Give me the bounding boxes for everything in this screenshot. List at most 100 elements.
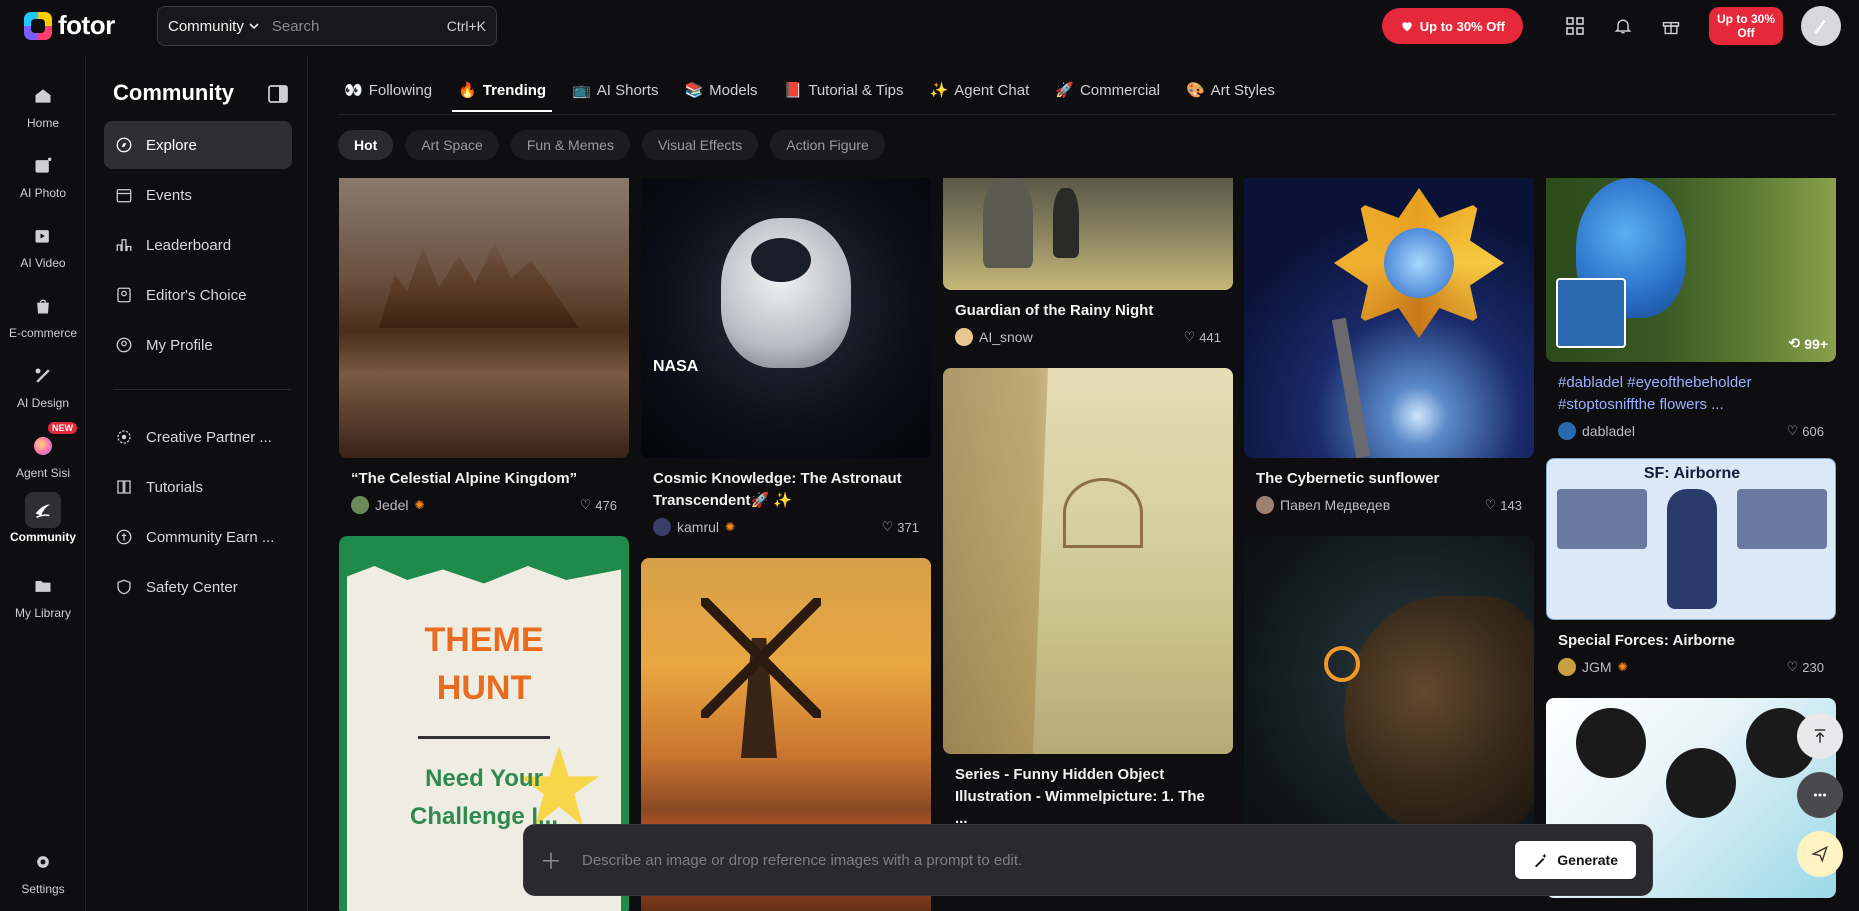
feed-card[interactable]: ⟲ 99+ #dabladel #eyeofthebeholder #stopto… [1546, 178, 1836, 440]
rail-item-home[interactable]: Home [0, 78, 86, 130]
leaderboard-icon [116, 239, 132, 251]
card-author[interactable]: kamrul ✺ [653, 518, 735, 536]
gear-icon [37, 856, 49, 868]
anime-hair [1666, 748, 1736, 818]
sidebar-item-editors-choice[interactable]: Editor's Choice [104, 271, 292, 319]
heart-outline-icon: ♡ [579, 497, 592, 512]
card-likes[interactable]: ♡ 143 [1485, 497, 1522, 513]
tab-tutorial-tips[interactable]: 📕 Tutorial & Tips [778, 70, 910, 110]
rail-label: AI Video [20, 256, 66, 270]
chip-visual-effects[interactable]: Visual Effects [641, 130, 759, 160]
scroll-top-button[interactable] [1797, 713, 1843, 759]
chip-action-figure[interactable]: Action Figure [770, 130, 885, 160]
fotor-community-page: fotor Community Search Ctrl+K Up to 30% … [0, 0, 1859, 911]
need-line: Need Your [425, 765, 543, 792]
rail-item-ai-video[interactable]: AI Video [0, 218, 86, 270]
sidebar-item-tutorials[interactable]: Tutorials [104, 463, 292, 511]
rail-item-my-library[interactable]: My Library [0, 568, 86, 620]
promo-square-button[interactable]: Up to 30% Off [1709, 7, 1783, 45]
card-image [943, 368, 1233, 754]
award-icon [117, 287, 131, 303]
tab-agent-chat[interactable]: ✨ Agent Chat [924, 70, 1036, 110]
promo-pill-button[interactable]: Up to 30% Off [1381, 8, 1523, 44]
tab-models[interactable]: 📚 Models [678, 70, 763, 110]
bell-icon [1614, 19, 1632, 34]
user-avatar[interactable] [1801, 6, 1841, 46]
heading-underline [418, 736, 550, 739]
card-likes[interactable]: ♡ 230 [1787, 659, 1824, 675]
feed-card[interactable]: The Cybernetic sunflower Павел Медведев … [1244, 178, 1534, 514]
search-input[interactable]: Search [272, 18, 447, 35]
notifications-button[interactable] [1599, 6, 1647, 46]
apps-grid-button[interactable] [1551, 6, 1599, 46]
sidebar-collapse-icon[interactable] [266, 82, 290, 106]
rail-item-agent-sisi[interactable]: NEW Agent Sisi [0, 422, 86, 480]
sidebar-item-community-earn[interactable]: Community Earn ... [104, 513, 292, 561]
community-icon [35, 504, 51, 518]
search-shortcut: Ctrl+K [446, 18, 486, 34]
sidebar-item-creative-partner[interactable]: Creative Partner ... [104, 413, 292, 461]
home-icon [35, 89, 51, 103]
more-dots-icon [1814, 793, 1826, 797]
arrow-up-icon [1814, 729, 1826, 743]
card-author[interactable]: dabladel [1558, 422, 1635, 440]
rail-item-e-commerce[interactable]: E-commerce [0, 288, 86, 340]
card-author[interactable]: JGM ✺ [1558, 658, 1628, 676]
heart-outline-icon: ♡ [881, 519, 894, 534]
sidebar-item-label: My Profile [146, 336, 213, 354]
sidebar-item-leaderboard[interactable]: Leaderboard [104, 221, 292, 269]
generate-button[interactable]: Generate [1515, 841, 1636, 879]
fotor-logo[interactable]: fotor [24, 10, 115, 41]
feedback-button[interactable] [1797, 831, 1843, 877]
tab-commercial[interactable]: 🚀 Commercial [1049, 70, 1166, 110]
sidebar-item-safety-center[interactable]: Safety Center [104, 563, 292, 611]
heart-outline-icon: ♡ [1786, 423, 1799, 438]
reference-thumbnail [1556, 278, 1626, 348]
rail-label: Settings [21, 882, 65, 896]
add-image-button[interactable]: ＋ [540, 844, 572, 876]
author-name: kamrul [677, 519, 720, 535]
sidebar-item-my-profile[interactable]: My Profile [104, 321, 292, 369]
red-book-icon: 📕 [783, 82, 803, 99]
feed-card[interactable]: “The Celestial Alpine Kingdom” Jedel ✺ ♡ 4… [339, 178, 629, 514]
more-options-button[interactable] [1797, 772, 1843, 818]
card-author[interactable]: AI_snow [955, 328, 1033, 346]
rail-item-ai-design[interactable]: AI Design [0, 358, 86, 410]
card-meta: dabladel ♡ 606 [1546, 422, 1836, 440]
feed-card[interactable]: SF: Airborne Special Forces: Airborne JG… [1546, 458, 1836, 676]
sidebar-item-events[interactable]: Events [104, 171, 292, 219]
chip-hot[interactable]: Hot [338, 130, 394, 160]
sidebar-item-label: Leaderboard [146, 236, 232, 254]
rail-item-community[interactable]: Community [0, 492, 86, 544]
card-author[interactable]: Павел Медведев [1256, 496, 1390, 514]
feed-card[interactable]: NASA Cosmic Knowledge: The Astronaut Tra… [641, 178, 931, 536]
search-scope-dropdown[interactable]: Community [168, 18, 272, 35]
chip-art-space[interactable]: Art Space [405, 130, 499, 160]
card-likes[interactable]: ♡ 371 [882, 519, 919, 535]
author-name: AI_snow [979, 329, 1033, 345]
heart-outline-icon: ♡ [1484, 497, 1497, 512]
sidebar-divider [113, 389, 291, 390]
partner-icon [117, 430, 131, 444]
tab-trending[interactable]: 🔥 Trending [452, 70, 553, 112]
rail-label: Community [10, 530, 76, 544]
tab-following[interactable]: 👀 Following [338, 70, 438, 110]
feed-card[interactable]: Series - Funny Hidden Object Illustratio… [943, 368, 1233, 830]
card-likes[interactable]: ♡ 606 [1787, 423, 1824, 439]
card-author[interactable]: Jedel ✺ [351, 496, 425, 514]
prompt-input[interactable]: Describe an image or drop reference imag… [572, 852, 1515, 869]
sidebar-item-explore[interactable]: Explore [104, 121, 292, 169]
card-tags[interactable]: #dabladel #eyeofthebeholder #stoptosniff… [1546, 372, 1836, 416]
feed-card[interactable]: Guardian of the Rainy Night AI_snow ♡ 441 [943, 178, 1233, 346]
tab-ai-shorts[interactable]: 📺 AI Shorts [566, 70, 664, 110]
ai-photo-icon [35, 157, 52, 173]
card-likes[interactable]: ♡ 476 [580, 497, 617, 513]
card-likes[interactable]: ♡ 441 [1184, 329, 1221, 345]
anime-hair [1576, 708, 1646, 778]
rail-item-settings[interactable]: Settings [0, 844, 86, 896]
chip-fun-memes[interactable]: Fun & Memes [510, 130, 630, 160]
rail-item-ai-photo[interactable]: AI Photo [0, 148, 86, 200]
gift-button[interactable] [1647, 6, 1695, 46]
search-box[interactable]: Community Search Ctrl+K [157, 6, 497, 46]
tab-art-styles[interactable]: 🎨 Art Styles [1180, 70, 1281, 110]
